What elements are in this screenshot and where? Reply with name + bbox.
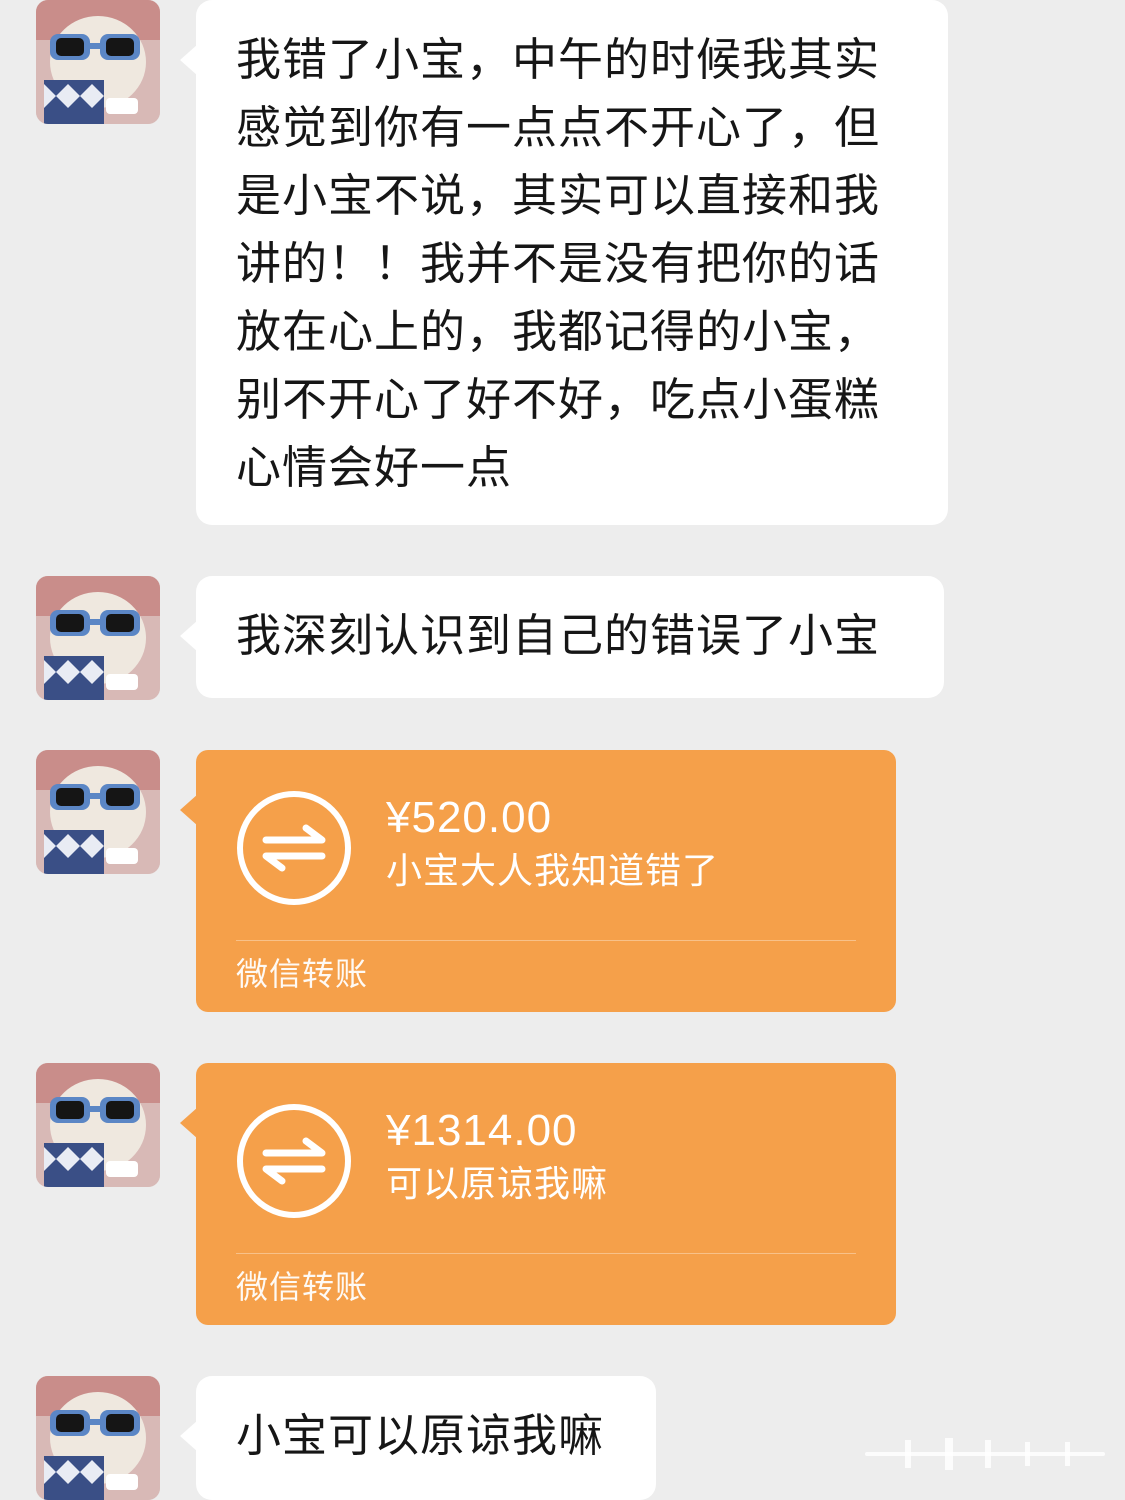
divider — [236, 1253, 856, 1254]
watermark-icon — [865, 1438, 1105, 1470]
transfer-arrows-icon — [236, 1103, 352, 1219]
transfer-amount: ¥1314.00 — [386, 1106, 578, 1155]
avatar[interactable] — [36, 576, 160, 700]
transfer-note: 可以原谅我嘛 — [386, 1164, 609, 1205]
message-bubble[interactable]: 小宝可以原谅我嘛 — [180, 1376, 656, 1500]
transfer-amount: ¥520.00 — [386, 793, 553, 842]
transfer-label: 微信转账 — [236, 955, 369, 993]
transfer-note: 小宝大人我知道错了 — [386, 851, 720, 892]
message-bubble[interactable]: 我深刻认识到自己的错误了小宝 — [180, 576, 944, 698]
message-bubble[interactable]: 我错了小宝，中午的时候我其实 感觉到你有一点点不开心了，但 是小宝不说，其实可以… — [180, 0, 948, 525]
message-text: 我深刻认识到自己的错误了小宝 — [236, 609, 881, 662]
avatar-image — [36, 1376, 160, 1500]
avatar-image — [36, 576, 160, 700]
avatar-image — [36, 750, 160, 874]
avatar[interactable] — [36, 1063, 160, 1187]
avatar[interactable] — [36, 0, 160, 124]
transfer-card[interactable]: ¥1314.00 可以原谅我嘛 微信转账 — [180, 1063, 896, 1325]
avatar[interactable] — [36, 750, 160, 874]
avatar-image — [36, 0, 160, 124]
divider — [236, 940, 856, 941]
transfer-card[interactable]: ¥520.00 小宝大人我知道错了 微信转账 — [180, 750, 896, 1012]
message-text: 我错了小宝，中午的时候我其实 感觉到你有一点点不开心了，但 是小宝不说，其实可以… — [236, 33, 881, 494]
transfer-label: 微信转账 — [236, 1268, 369, 1306]
transfer-arrows-icon — [236, 790, 352, 906]
message-text: 小宝可以原谅我嘛 — [236, 1409, 605, 1462]
avatar-image — [36, 1063, 160, 1187]
avatar[interactable] — [36, 1376, 160, 1500]
